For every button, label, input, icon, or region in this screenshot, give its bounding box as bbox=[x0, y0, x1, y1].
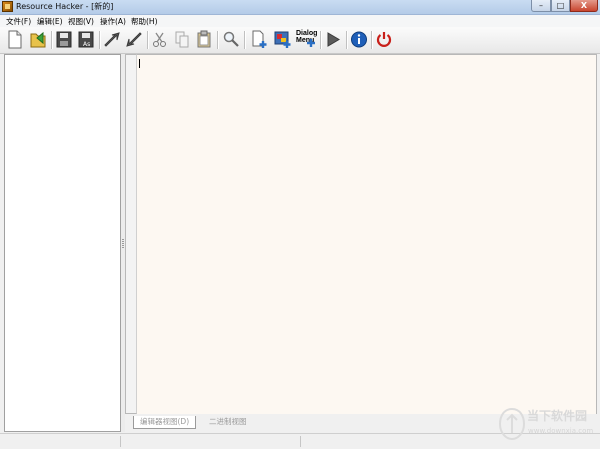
toolbar: As Dialog Menu bbox=[0, 27, 600, 54]
minimize-button[interactable]: – bbox=[531, 0, 551, 12]
copy-icon bbox=[175, 31, 189, 48]
window-title: Resource Hacker - [新的] bbox=[16, 2, 114, 11]
tab-editor-view[interactable]: 编辑器视图(D) bbox=[133, 416, 197, 429]
menu-view[interactable]: 视图(V) bbox=[68, 16, 94, 27]
open-folder-icon bbox=[30, 31, 46, 48]
save-as-icon: As bbox=[78, 31, 94, 48]
toolbar-separator bbox=[244, 31, 246, 49]
status-separator bbox=[120, 436, 121, 447]
watermark-title: 当下软件园 bbox=[527, 409, 588, 423]
toolbar-separator bbox=[320, 31, 322, 49]
status-separator bbox=[300, 436, 301, 447]
svg-text:As: As bbox=[83, 41, 90, 48]
toolbar-separator bbox=[346, 31, 348, 49]
maximize-button[interactable]: □ bbox=[551, 0, 570, 12]
save-button[interactable] bbox=[54, 29, 74, 50]
text-caret bbox=[139, 59, 140, 68]
exit-icon bbox=[376, 32, 392, 47]
add-image-icon bbox=[274, 31, 291, 48]
save-as-button[interactable]: As bbox=[76, 29, 96, 50]
toolbar-separator bbox=[99, 31, 101, 49]
toolbar-separator bbox=[371, 31, 373, 49]
close-button[interactable]: X bbox=[570, 0, 598, 12]
menu-file[interactable]: 文件(F) bbox=[6, 16, 31, 27]
info-icon bbox=[351, 31, 367, 48]
new-button[interactable] bbox=[5, 29, 25, 50]
tab-binary-view[interactable]: 二进制视图 bbox=[203, 416, 253, 428]
menu-bar: 文件(F) 编辑(E) 视图(V) 操作(A) 帮助(H) bbox=[0, 15, 600, 27]
watermark-url: www.downxia.com bbox=[528, 427, 594, 435]
editor-gutter bbox=[125, 54, 137, 414]
menu-help[interactable]: 帮助(H) bbox=[131, 16, 158, 27]
compile-button[interactable] bbox=[102, 29, 122, 50]
find-button[interactable] bbox=[221, 29, 241, 50]
back-arrow-icon bbox=[126, 32, 142, 47]
compile-arrow-icon bbox=[104, 32, 120, 47]
paste-button[interactable] bbox=[194, 29, 214, 50]
title-bar: Resource Hacker - [新的] – □ X bbox=[0, 0, 600, 15]
add-resource-button[interactable] bbox=[249, 29, 269, 50]
dialog-menu-button[interactable]: Dialog Menu bbox=[296, 29, 318, 50]
menu-action[interactable]: 操作(A) bbox=[100, 16, 126, 27]
cut-button[interactable] bbox=[150, 29, 170, 50]
save-icon bbox=[56, 31, 72, 48]
run-script-icon bbox=[327, 32, 340, 47]
splitter-grip bbox=[122, 239, 124, 249]
find-icon bbox=[223, 31, 239, 47]
dialog-label: Dialog bbox=[296, 30, 318, 37]
about-button[interactable] bbox=[349, 29, 369, 50]
script-editor[interactable] bbox=[137, 54, 597, 414]
paste-icon bbox=[197, 30, 211, 48]
open-button[interactable] bbox=[28, 29, 48, 50]
run-script-button[interactable] bbox=[323, 29, 343, 50]
add-resource-icon bbox=[252, 30, 267, 48]
new-file-icon bbox=[8, 30, 22, 49]
watermark: 当下软件园 www.downxia.com bbox=[497, 405, 597, 445]
toolbar-separator bbox=[217, 31, 219, 49]
toolbar-separator bbox=[51, 31, 53, 49]
app-icon bbox=[2, 1, 13, 12]
back-button[interactable] bbox=[124, 29, 144, 50]
cut-icon bbox=[153, 32, 166, 47]
resource-tree-pane[interactable] bbox=[4, 54, 121, 432]
toolbar-separator bbox=[147, 31, 149, 49]
plus-icon bbox=[307, 39, 315, 47]
menu-edit[interactable]: 编辑(E) bbox=[37, 16, 63, 27]
watermark-logo bbox=[498, 407, 526, 441]
copy-button[interactable] bbox=[172, 29, 192, 50]
add-image-button[interactable] bbox=[273, 29, 293, 50]
exit-button[interactable] bbox=[374, 29, 394, 50]
